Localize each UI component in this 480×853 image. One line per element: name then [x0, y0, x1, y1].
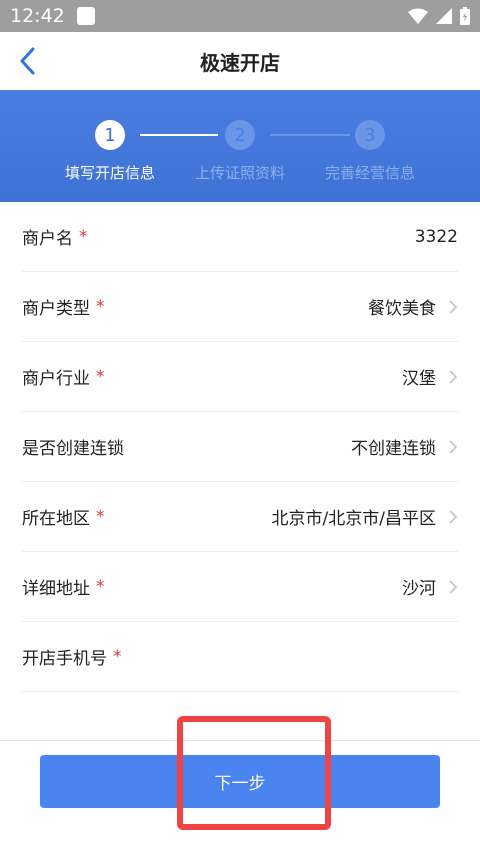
- merchant-industry-field[interactable]: 商户行业 * 汉堡: [22, 342, 458, 412]
- chain-store-field[interactable]: 是否创建连锁 不创建连锁: [22, 412, 458, 482]
- required-mark: *: [96, 576, 105, 597]
- required-mark: *: [96, 366, 105, 387]
- top-bar: 极速开店: [0, 32, 480, 90]
- required-mark: *: [113, 646, 122, 667]
- merchant-type-field[interactable]: 商户类型 * 餐饮美食: [22, 272, 458, 342]
- step-connector-1: [140, 134, 218, 136]
- page-title: 极速开店: [200, 50, 280, 75]
- status-bar: 12:42: [0, 0, 480, 32]
- wifi-icon: [408, 8, 428, 24]
- chevron-right-icon: [449, 439, 458, 454]
- signal-icon: [436, 8, 452, 24]
- step-3-label: 完善经营信息: [324, 164, 415, 182]
- step-connector-2: [270, 134, 350, 136]
- required-mark: *: [96, 506, 105, 527]
- chevron-right-icon: [449, 299, 458, 314]
- step-progress: 1 2 3 填写开店信息 上传证照资料 完善经营信息: [0, 90, 480, 202]
- field-value: 汉堡: [402, 369, 436, 389]
- merchant-name-field[interactable]: 商户名 * 3322: [22, 202, 458, 272]
- field-label: 商户行业: [22, 369, 90, 389]
- required-mark: *: [96, 296, 105, 317]
- battery-icon: [460, 7, 470, 25]
- field-value: 3322: [414, 226, 458, 247]
- step-2-label: 上传证照资料: [194, 164, 285, 182]
- field-label: 所在地区: [22, 509, 90, 529]
- step-1-label: 填写开店信息: [64, 164, 155, 182]
- address-field[interactable]: 详细地址 * 沙河: [22, 552, 458, 622]
- status-icons: [408, 7, 470, 25]
- step-1-number: 1: [104, 124, 116, 146]
- back-arrow-icon[interactable]: [16, 46, 40, 76]
- step-3-number: 3: [364, 124, 376, 146]
- field-label: 开店手机号: [22, 649, 107, 669]
- chevron-right-icon: [449, 369, 458, 384]
- status-time: 12:42: [10, 5, 65, 27]
- field-label: 详细地址: [22, 579, 90, 599]
- field-value: 北京市/北京市/昌平区: [271, 509, 436, 529]
- required-mark: *: [79, 226, 88, 247]
- highlight-annotation: [177, 716, 331, 830]
- step-3-circle: 3: [355, 120, 385, 150]
- notification-icon: [76, 7, 95, 25]
- field-value: 沙河: [402, 579, 436, 599]
- field-label: 商户名: [22, 229, 73, 249]
- store-form: 商户名 * 3322 商户类型 * 餐饮美食 商户行业 * 汉堡 是否创建连锁 …: [0, 202, 480, 692]
- field-label: 商户类型: [22, 299, 90, 319]
- step-2-circle: 2: [225, 120, 255, 150]
- region-field[interactable]: 所在地区 * 北京市/北京市/昌平区: [22, 482, 458, 552]
- chevron-right-icon: [449, 579, 458, 594]
- field-value: 不创建连锁: [351, 439, 436, 459]
- step-2-number: 2: [234, 124, 246, 146]
- step-1-circle: 1: [95, 120, 125, 150]
- field-value: 餐饮美食: [368, 299, 436, 319]
- field-label: 是否创建连锁: [22, 439, 124, 459]
- phone-field[interactable]: 开店手机号 *: [22, 622, 458, 692]
- chevron-right-icon: [449, 509, 458, 524]
